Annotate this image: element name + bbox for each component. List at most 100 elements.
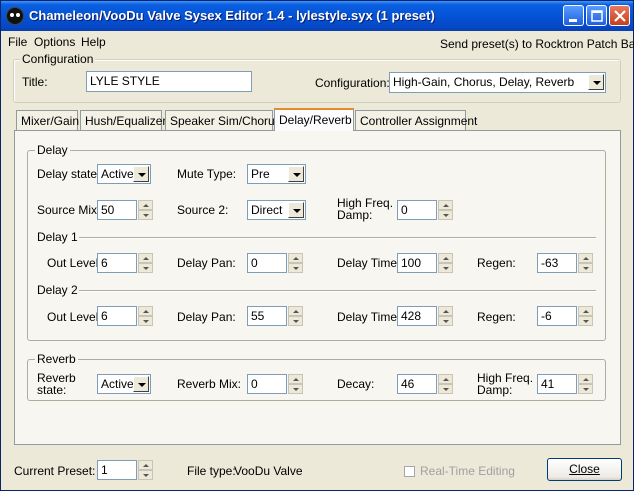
chameleon-app-icon[interactable] [6, 7, 24, 25]
spin-up-icon[interactable] [578, 306, 593, 316]
spin-down-icon[interactable] [288, 384, 303, 394]
close-window-button[interactable] [609, 5, 630, 26]
current-preset-label: Current Preset: [14, 464, 96, 478]
spin-up-icon[interactable] [138, 253, 153, 263]
reverb-mix-value[interactable]: 0 [247, 374, 287, 394]
main-window: Chameleon/VooDu Valve Sysex Editor 1.4 -… [0, 0, 634, 491]
menu-help[interactable]: Help [81, 35, 106, 49]
send-presets-link[interactable]: Send preset(s) to Rocktron Patch Bay [440, 37, 634, 51]
title-label: Title: [22, 75, 48, 89]
spin-up-icon[interactable] [438, 200, 453, 210]
realtime-editing-label[interactable]: Real-Time Editing [420, 464, 515, 478]
reverb-state-select[interactable]: Active [97, 374, 151, 394]
spin-up-icon[interactable] [578, 253, 593, 263]
tab-label: Speaker Sim/Chorus [170, 114, 281, 128]
delay2-out-level-label: Out Level: [47, 310, 102, 324]
delay1-out-level-label: Out Level: [47, 256, 102, 270]
delay2-regen-value[interactable]: -6 [537, 306, 577, 326]
delay1-time-value[interactable]: 100 [397, 253, 437, 273]
delay1-heading: Delay 1 [37, 230, 78, 244]
spin-up-icon[interactable] [438, 306, 453, 316]
spin-up-icon[interactable] [578, 374, 593, 384]
title-input[interactable]: LYLE STYLE [86, 71, 252, 92]
tab-delay-reverb[interactable]: Delay/Reverb [274, 108, 354, 131]
source-mix-value[interactable]: 50 [97, 200, 137, 220]
delay1-regen-value[interactable]: -63 [537, 253, 577, 273]
chevron-down-icon[interactable] [288, 166, 304, 182]
tab-hush-equalizer[interactable]: Hush/Equalizer [80, 110, 166, 130]
realtime-editing-checkbox[interactable] [404, 466, 415, 477]
chevron-down-icon[interactable] [288, 202, 304, 218]
delay-state-value: Active [101, 167, 134, 181]
spin-down-icon[interactable] [578, 263, 593, 273]
chevron-down-icon[interactable] [133, 166, 149, 182]
close-button[interactable]: Close [547, 458, 622, 481]
spin-down-icon[interactable] [138, 263, 153, 273]
delay2-time-value[interactable]: 428 [397, 306, 437, 326]
configuration-select-value: High-Gain, Chorus, Delay, Reverb [393, 75, 575, 89]
spin-up-icon[interactable] [288, 374, 303, 384]
spin-up-icon[interactable] [288, 306, 303, 316]
reverb-group-label: Reverb [35, 352, 78, 366]
delay2-time-label: Delay Time: [337, 310, 401, 324]
spin-up-icon[interactable] [288, 253, 303, 263]
spin-up-icon[interactable] [138, 460, 153, 470]
current-preset-value[interactable]: 1 [97, 460, 137, 480]
window-title: Chameleon/VooDu Valve Sysex Editor 1.4 -… [29, 8, 435, 23]
delay-state-label: Delay state: [37, 167, 101, 181]
spin-down-icon[interactable] [578, 384, 593, 394]
delay2-divider [79, 290, 596, 292]
menu-file-label: File [8, 35, 28, 49]
menu-file[interactable]: File [8, 35, 27, 49]
file-type-value: VooDu Valve [234, 464, 303, 478]
file-type-label: File type: [187, 464, 236, 478]
delay-state-select[interactable]: Active [97, 164, 151, 184]
spin-down-icon[interactable] [288, 263, 303, 273]
tab-mixer-gain[interactable]: Mixer/Gain [16, 110, 80, 130]
source2-value: Direct [251, 203, 283, 217]
source2-select[interactable]: Direct [247, 200, 306, 220]
minimize-button[interactable] [563, 5, 584, 26]
chevron-down-icon[interactable] [133, 376, 149, 392]
spin-up-icon[interactable] [138, 200, 153, 210]
tab-speaker-sim-chorus[interactable]: Speaker Sim/Chorus [165, 110, 281, 130]
menu-options[interactable]: Options [34, 35, 75, 49]
delay1-time-label: Delay Time: [337, 256, 401, 270]
spin-down-icon[interactable] [288, 316, 303, 326]
delay2-out-level-value[interactable]: 6 [97, 306, 137, 326]
tab-label: Controller Assignment [360, 114, 478, 128]
reverb-state-label-line2: state: [37, 383, 67, 397]
delay-hf-damp-value[interactable]: 0 [397, 200, 437, 220]
delay1-regen-label: Regen: [477, 256, 516, 270]
reverb-hf-damp-value[interactable]: 41 [537, 374, 577, 394]
spin-down-icon[interactable] [138, 210, 153, 220]
delay2-pan-value[interactable]: 55 [247, 306, 287, 326]
spin-down-icon[interactable] [438, 263, 453, 273]
spin-down-icon[interactable] [438, 210, 453, 220]
reverb-hf-damp-label: High Freq. Damp: [477, 372, 533, 396]
spin-up-icon[interactable] [438, 374, 453, 384]
delay1-out-level-value[interactable]: 6 [97, 253, 137, 273]
spin-down-icon[interactable] [438, 316, 453, 326]
spin-down-icon[interactable] [138, 316, 153, 326]
configuration-select[interactable]: High-Gain, Chorus, Delay, Reverb [389, 72, 606, 93]
chevron-down-icon[interactable] [588, 74, 604, 90]
delay1-pan-value[interactable]: 0 [247, 253, 287, 273]
reverb-decay-value[interactable]: 46 [397, 374, 437, 394]
spin-up-icon[interactable] [138, 306, 153, 316]
spin-down-icon[interactable] [138, 470, 153, 480]
spin-up-icon[interactable] [438, 253, 453, 263]
maximize-icon [591, 10, 603, 22]
close-button-label: Close [569, 462, 600, 476]
mute-type-select[interactable]: Pre [247, 164, 306, 184]
mute-type-label: Mute Type: [177, 167, 237, 181]
tab-controller-assignment[interactable]: Controller Assignment [355, 110, 477, 130]
maximize-button[interactable] [586, 5, 607, 26]
spin-down-icon[interactable] [438, 384, 453, 394]
title-bar[interactable]: Chameleon/VooDu Valve Sysex Editor 1.4 -… [1, 1, 633, 31]
tab-label: Hush/Equalizer [85, 114, 167, 128]
tab-label: Delay/Reverb [279, 113, 352, 127]
spin-down-icon[interactable] [578, 316, 593, 326]
tab-label: Mixer/Gain [21, 114, 80, 128]
reverb-hf-damp-label-line2: Damp: [477, 383, 513, 397]
